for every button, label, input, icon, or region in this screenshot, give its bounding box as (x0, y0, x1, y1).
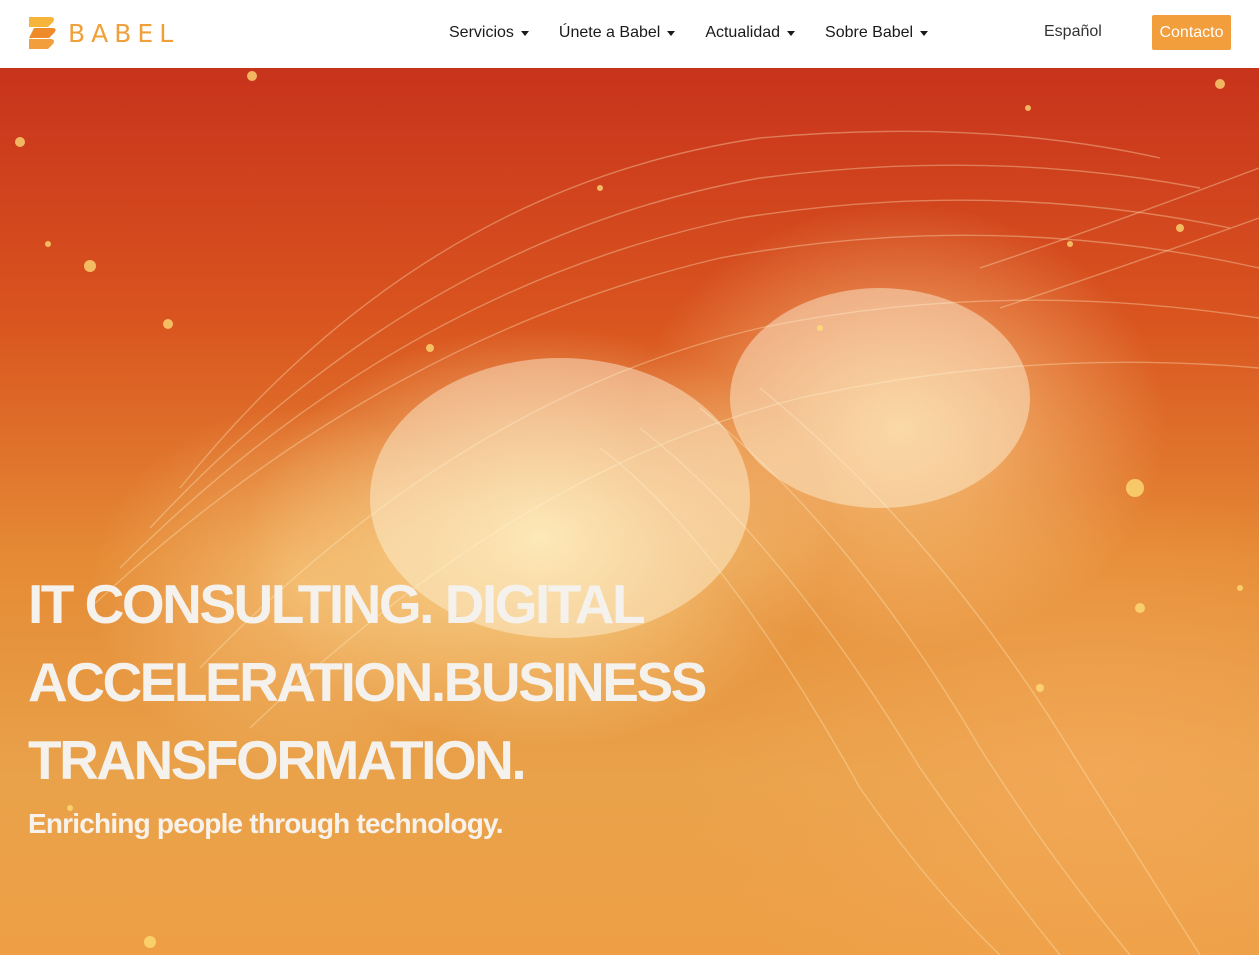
nav-item-sobre-babel[interactable]: Sobre Babel (825, 24, 929, 42)
site-header: BABEL Servicios Únete a Babel Actualidad… (0, 0, 1259, 68)
nav-item-label: Servicios (449, 24, 514, 41)
nav-item-servicios[interactable]: Servicios (449, 24, 529, 42)
main-nav: Servicios Únete a Babel Actualidad Sobre… (449, 20, 958, 46)
caret-down-icon (787, 30, 796, 36)
hero-subheadline: Enriching people through technology. (28, 808, 503, 839)
hero-banner: IT CONSULTING. DIGITAL ACCELERATION.BUSI… (0, 68, 1259, 955)
nav-item-label: Sobre Babel (825, 24, 914, 41)
nav-item-label: Actualidad (705, 24, 781, 41)
language-selector[interactable]: Español (1044, 23, 1102, 41)
nav-item-actualidad[interactable]: Actualidad (705, 24, 796, 42)
caret-down-icon (520, 30, 529, 36)
caret-down-icon (667, 30, 676, 36)
logo-text: BABEL (68, 18, 180, 48)
caret-down-icon (920, 30, 929, 36)
hero-headline: IT CONSULTING. DIGITAL ACCELERATION.BUSI… (28, 573, 707, 791)
nav-item-label: Únete a Babel (558, 24, 661, 41)
babel-logo-icon (29, 17, 56, 49)
babel-logo[interactable]: BABEL (26, 14, 179, 52)
nav-item-unete-a-babel[interactable]: Únete a Babel (558, 24, 676, 42)
contact-button[interactable]: Contacto (1152, 15, 1231, 50)
